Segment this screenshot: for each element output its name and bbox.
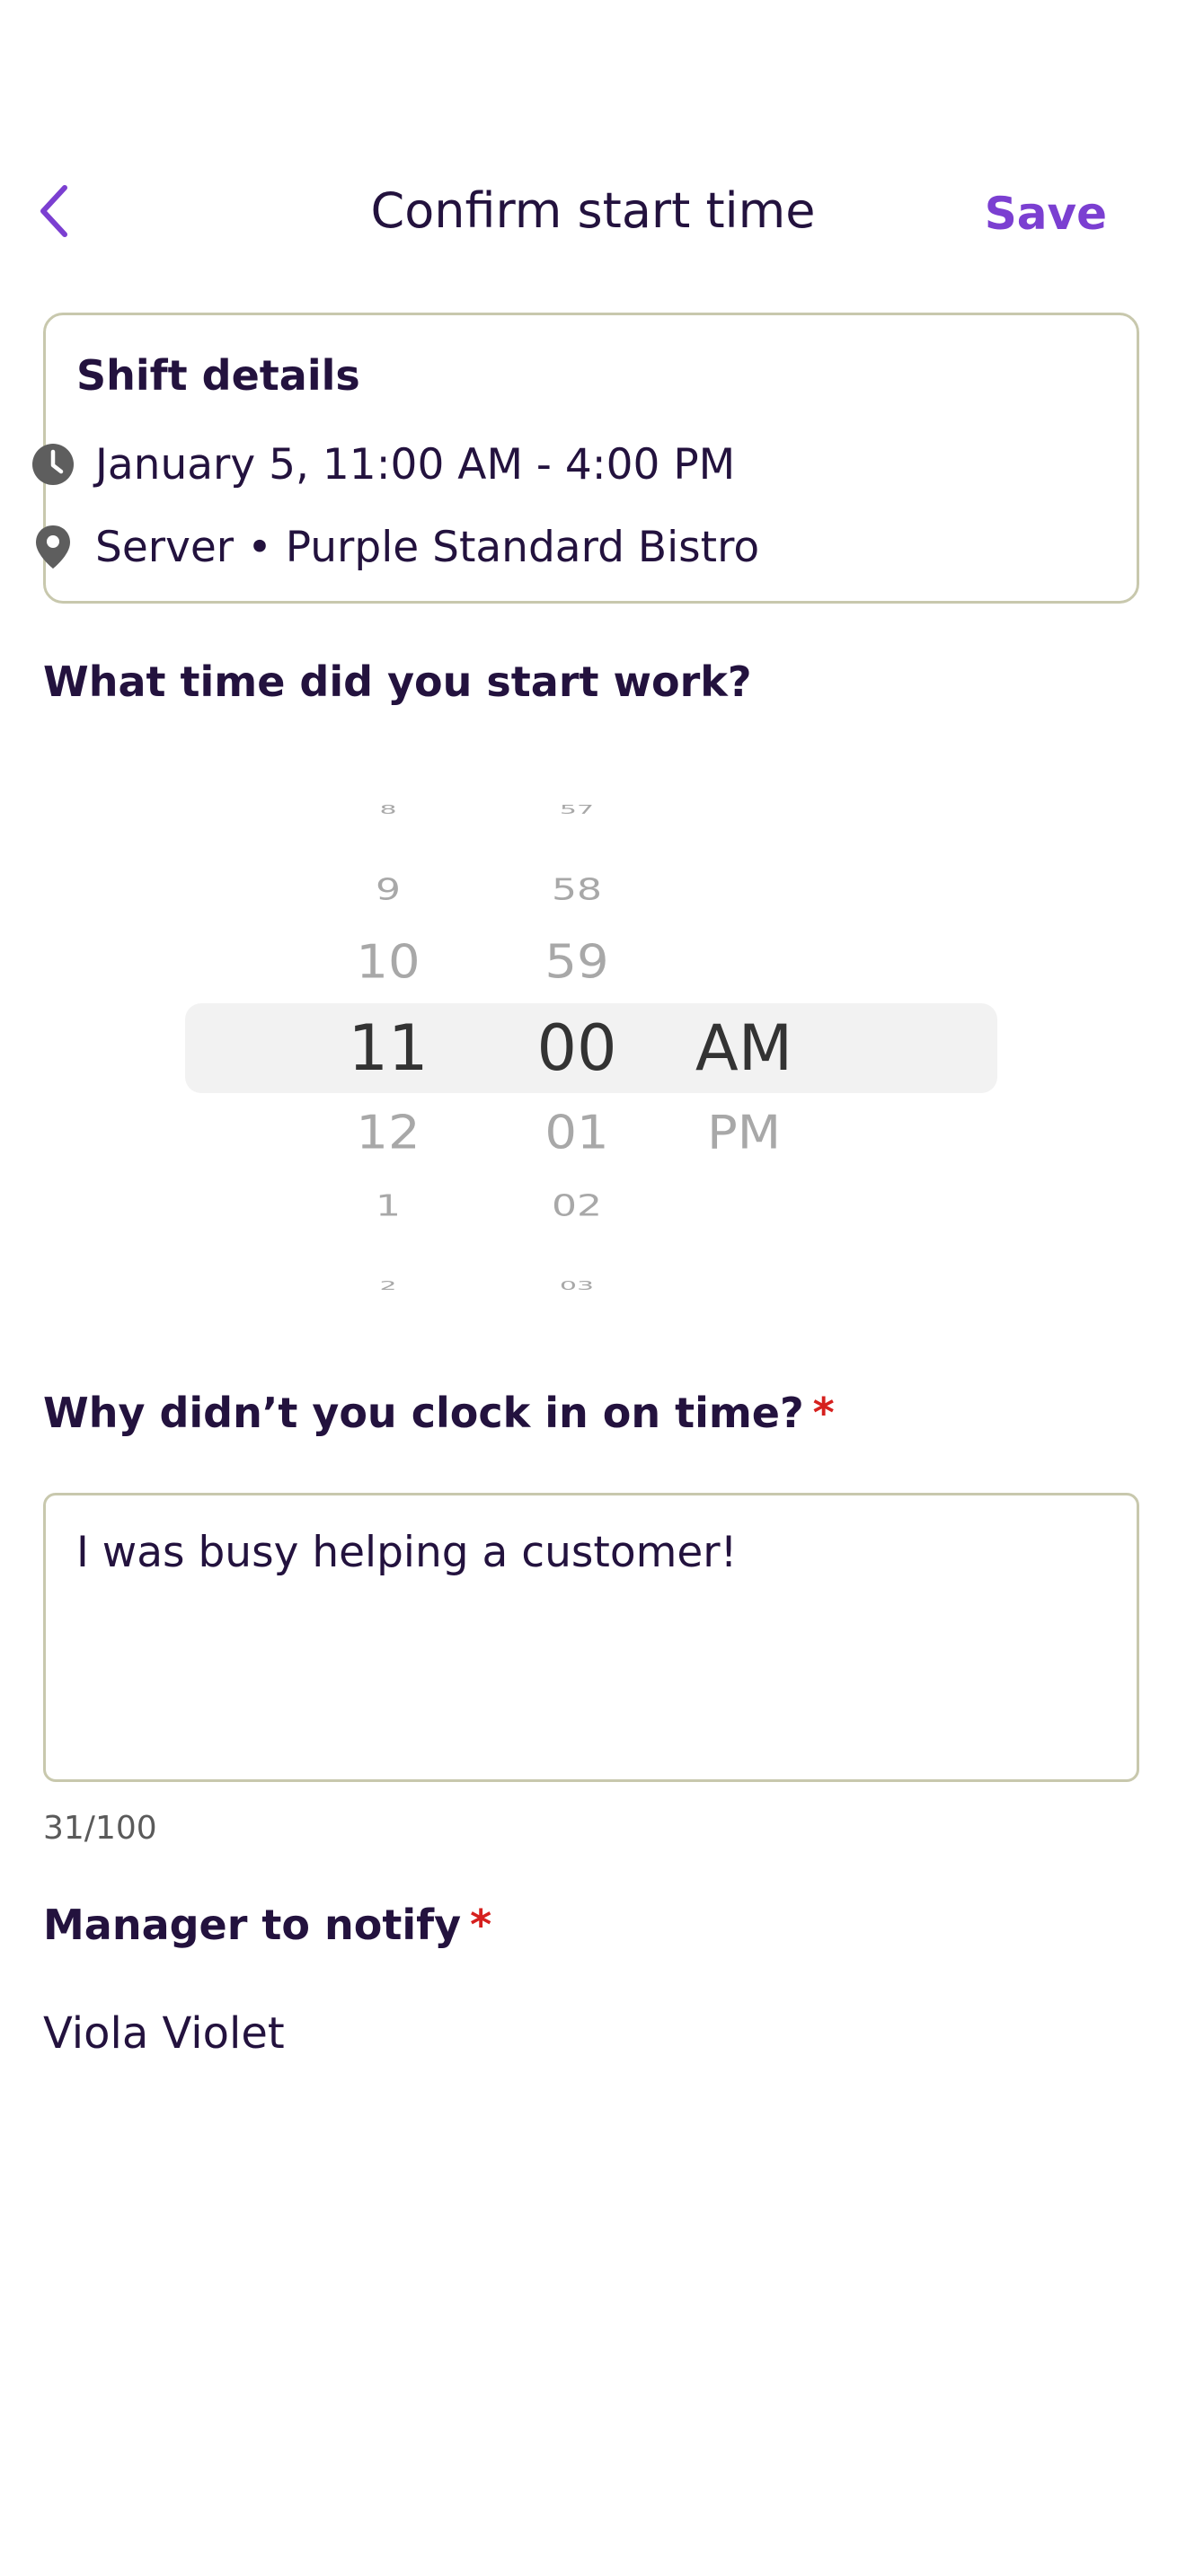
nav-bar: Confirm start time Save xyxy=(0,171,1186,251)
reason-textarea[interactable]: I was busy helping a customer! xyxy=(43,1493,1139,1782)
picker-item[interactable]: 02 xyxy=(487,1191,667,1222)
manager-question: Manager to notify * xyxy=(43,1901,491,1949)
picker-item[interactable]: 12 xyxy=(298,1110,478,1157)
clock-icon xyxy=(31,442,75,487)
reason-question-label: Why didn’t you clock in on time? xyxy=(43,1389,804,1437)
required-marker: * xyxy=(470,1901,492,1949)
location-pin-icon xyxy=(31,525,75,569)
picker-item[interactable]: 58 xyxy=(487,875,667,905)
start-time-question: What time did you start work? xyxy=(43,657,752,706)
picker-item[interactable]: PM xyxy=(654,1110,834,1157)
picker-item-selected[interactable]: AM xyxy=(654,1017,834,1080)
required-marker: * xyxy=(812,1389,835,1437)
picker-item[interactable]: 8 xyxy=(298,804,478,816)
picker-item[interactable]: 2 xyxy=(298,1280,478,1292)
shift-role-location: Server • Purple Standard Bistro xyxy=(95,522,760,572)
shift-time-range: January 5, 11:00 AM - 4:00 PM xyxy=(95,439,736,490)
hour-wheel[interactable]: 8 9 10 11 12 1 2 xyxy=(298,799,478,1292)
minute-wheel[interactable]: 57 58 59 00 01 02 03 xyxy=(487,799,667,1292)
picker-item[interactable]: 9 xyxy=(298,875,478,905)
manager-name[interactable]: Viola Violet xyxy=(43,2008,285,2059)
shift-role-row: Server • Purple Standard Bistro xyxy=(31,520,759,574)
picker-item-selected[interactable]: 11 xyxy=(298,1017,478,1080)
picker-item[interactable]: 59 xyxy=(487,940,667,986)
shift-details-title: Shift details xyxy=(76,351,360,400)
picker-item[interactable]: 57 xyxy=(487,804,667,816)
save-button[interactable]: Save xyxy=(985,171,1107,251)
picker-item[interactable]: 1 xyxy=(298,1191,478,1222)
shift-time-row: January 5, 11:00 AM - 4:00 PM xyxy=(31,437,735,491)
back-button[interactable] xyxy=(27,181,81,241)
chevron-left-icon xyxy=(40,185,67,237)
picker-item[interactable]: 03 xyxy=(487,1280,667,1292)
reason-text: I was busy helping a customer! xyxy=(76,1528,738,1577)
picker-item[interactable]: 10 xyxy=(298,940,478,986)
time-picker[interactable]: 8 9 10 11 12 1 2 57 58 59 00 01 02 03 AM PM xyxy=(0,799,1186,1292)
picker-item[interactable]: 01 xyxy=(487,1110,667,1157)
picker-item-selected[interactable]: 00 xyxy=(487,1017,667,1080)
manager-question-label: Manager to notify xyxy=(43,1901,462,1949)
character-count: 31/100 xyxy=(43,1810,157,1847)
reason-question: Why didn’t you clock in on time? * xyxy=(43,1389,835,1437)
period-wheel[interactable]: AM PM xyxy=(654,799,834,1284)
